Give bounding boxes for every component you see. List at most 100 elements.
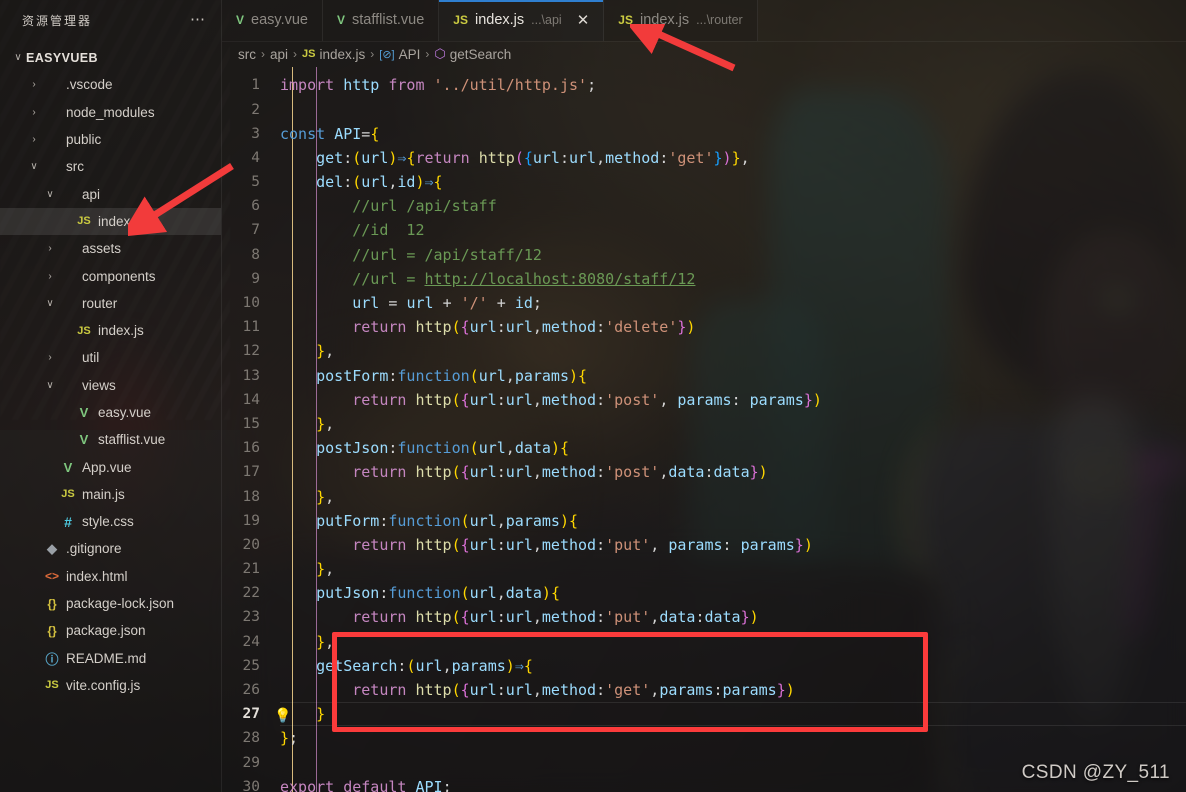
close-icon[interactable]: ✕ xyxy=(577,11,590,29)
explorer-title: 资源管理器 xyxy=(22,13,93,28)
editor-tab-stafflist-vue[interactable]: Vstafflist.vue xyxy=(322,0,440,41)
chevron-right-icon[interactable]: › xyxy=(42,271,58,282)
code-line-26[interactable]: 26 return http({url:url,method:'get',par… xyxy=(222,678,1186,702)
line-number: 22 xyxy=(242,585,260,602)
code-line-28[interactable]: 28}; xyxy=(222,726,1186,750)
tree-item-package-lock-json[interactable]: {} package-lock.json xyxy=(0,590,221,617)
tree-item-components[interactable]: › components xyxy=(0,262,221,289)
tree-item-util[interactable]: › util xyxy=(0,344,221,371)
ellipsis-icon[interactable]: ⋯ xyxy=(190,12,207,27)
chevron-down-icon[interactable]: ∨ xyxy=(42,189,58,200)
code-line-text: return http({url:url,method:'put',data:d… xyxy=(352,608,759,627)
vue-file-icon: V xyxy=(63,459,73,475)
breadcrumb-item-api[interactable]: [⊘] API xyxy=(379,47,420,62)
js-file-icon: JS xyxy=(618,13,633,28)
editor-tab-index-js-api[interactable]: JS index.js ...\api ✕ xyxy=(439,0,605,41)
breadcrumb-item-api[interactable]: api xyxy=(270,47,288,62)
tree-item-label: stafflist.vue xyxy=(98,432,166,448)
tree-item-label: index.html xyxy=(66,568,128,584)
tree-item-api[interactable]: ∨ api xyxy=(0,180,221,207)
editor-tab-easy-vue[interactable]: Veasy.vue xyxy=(222,0,323,41)
chevron-down-icon[interactable]: ∨ xyxy=(42,298,58,309)
tree-item-views[interactable]: ∨ views xyxy=(0,372,221,399)
code-line-19[interactable]: 19 putForm:function(url,params){ xyxy=(222,509,1186,533)
line-number: 9 xyxy=(251,270,260,287)
breadcrumb-item-index-js[interactable]: JS index.js xyxy=(302,47,365,62)
tree-item-label: index.js xyxy=(98,323,144,339)
js-file-icon: JS xyxy=(302,48,316,61)
tree-root-easyvueb[interactable]: ∨ EASYVUEB xyxy=(0,44,221,71)
tree-item-index-js[interactable]: JS index.js xyxy=(0,207,221,236)
tree-item--vscode[interactable]: › .vscode xyxy=(0,71,221,98)
code-line-text: return http({url:url,method:'put', param… xyxy=(352,535,813,554)
line-number: 14 xyxy=(242,391,260,408)
code-line-text: }; xyxy=(280,729,299,748)
code-line-2[interactable]: 2 xyxy=(222,98,1186,122)
breadcrumb-item-getsearch[interactable]: ⬡ getSearch xyxy=(434,46,511,62)
chevron-down-icon[interactable]: ∨ xyxy=(26,161,42,172)
tree-item-style-css[interactable]: # style.css xyxy=(0,508,221,535)
editor-tab-index-js-router[interactable]: JS index.js ...\router xyxy=(604,0,758,41)
code-line-text: //url = /api/staff/12 xyxy=(352,245,542,264)
code-line-14[interactable]: 14 return http({url:url,method:'post', p… xyxy=(222,388,1186,412)
tree-item-easy-vue[interactable]: Veasy.vue xyxy=(0,399,221,426)
tree-item-assets[interactable]: › assets xyxy=(0,235,221,262)
tree-item-vite-config-js[interactable]: JS vite.config.js xyxy=(0,672,221,699)
line-number: 30 xyxy=(242,778,260,792)
code-line-8[interactable]: 8 //url = /api/staff/12 xyxy=(222,243,1186,267)
line-number: 13 xyxy=(242,367,260,384)
code-line-12[interactable]: 12 }, xyxy=(222,339,1186,363)
chevron-down-icon[interactable]: ∨ xyxy=(10,52,26,63)
code-line-17[interactable]: 17 return http({url:url,method:'post',da… xyxy=(222,460,1186,484)
tree-item-node-modules[interactable]: › node_modules xyxy=(0,99,221,126)
code-editor[interactable]: 1 import http from '../util/http.js'; 2 3 co… xyxy=(222,67,1186,792)
chevron-down-icon[interactable]: ∨ xyxy=(42,380,58,391)
code-line-15[interactable]: 15 }, xyxy=(222,412,1186,436)
chevron-right-icon[interactable]: › xyxy=(42,243,58,254)
method-symbol-icon: ⬡ xyxy=(434,46,446,62)
code-line-24[interactable]: 24 }, xyxy=(222,630,1186,654)
code-line-21[interactable]: 21 }, xyxy=(222,557,1186,581)
tree-item-package-json[interactable]: {} package.json xyxy=(0,617,221,644)
tree-item-index-js[interactable]: JS index.js xyxy=(0,317,221,344)
code-line-3[interactable]: 3 const API={ xyxy=(222,122,1186,146)
tree-item-readme-md[interactable]: ⓘ README.md xyxy=(0,645,221,672)
code-line-11[interactable]: 11 return http({url:url,method:'delete'}… xyxy=(222,315,1186,339)
code-line-text: url = url + '/' + id; xyxy=(352,294,542,313)
tree-item--gitignore[interactable]: ◆ .gitignore xyxy=(0,535,221,562)
tree-item-main-js[interactable]: JS main.js xyxy=(0,481,221,508)
code-line-16[interactable]: 16 postJson:function(url,data){ xyxy=(222,436,1186,460)
tree-item-stafflist-vue[interactable]: Vstafflist.vue xyxy=(0,426,221,453)
code-line-1[interactable]: 1 import http from '../util/http.js'; xyxy=(222,73,1186,97)
code-line-22[interactable]: 22 putJson:function(url,data){ xyxy=(222,581,1186,605)
code-line-25[interactable]: 25 getSearch:(url,params)⇒{ xyxy=(222,654,1186,678)
chevron-right-icon[interactable]: › xyxy=(42,352,58,363)
code-line-5[interactable]: 5 del:(url,id)⇒{ xyxy=(222,170,1186,194)
code-line-text: //url /api/staff xyxy=(352,197,497,216)
tab-label: stafflist.vue xyxy=(352,12,425,29)
code-line-18[interactable]: 18 }, xyxy=(222,485,1186,509)
chevron-right-icon[interactable]: › xyxy=(26,107,42,118)
tree-item-label: assets xyxy=(82,241,122,257)
code-line-10[interactable]: 10 url = url + '/' + id; xyxy=(222,291,1186,315)
code-line-27[interactable]: 27 } 💡 xyxy=(222,702,1186,727)
tree-item-app-vue[interactable]: V App.vue xyxy=(0,453,221,480)
code-line-4[interactable]: 4 get:(url)⇒{return http({url:url,method… xyxy=(222,146,1186,170)
js-file-icon: JS xyxy=(77,324,91,337)
chevron-right-icon[interactable]: › xyxy=(26,79,42,90)
code-line-6[interactable]: 6 //url /api/staff xyxy=(222,194,1186,218)
tree-item-src[interactable]: ∨ src xyxy=(0,153,221,180)
chevron-right-icon[interactable]: › xyxy=(26,134,42,145)
tree-item-label: .vscode xyxy=(66,77,113,93)
code-line-13[interactable]: 13 postForm:function(url,params){ xyxy=(222,364,1186,388)
tree-item-public[interactable]: › public xyxy=(0,126,221,153)
breadcrumb-item-src[interactable]: src xyxy=(238,47,256,62)
code-line-7[interactable]: 7 //id 12 xyxy=(222,218,1186,242)
code-line-20[interactable]: 20 return http({url:url,method:'put', pa… xyxy=(222,533,1186,557)
tree-item-router[interactable]: ∨ router xyxy=(0,290,221,317)
code-line-23[interactable]: 23 return http({url:url,method:'put',dat… xyxy=(222,605,1186,629)
code-line-9[interactable]: 9 //url = http://localhost:8080/staff/12 xyxy=(222,267,1186,291)
js-file-icon: JS xyxy=(77,215,91,228)
code-line-text: del:(url,id)⇒{ xyxy=(316,173,443,192)
tree-item-index-html[interactable]: <> index.html xyxy=(0,563,221,590)
